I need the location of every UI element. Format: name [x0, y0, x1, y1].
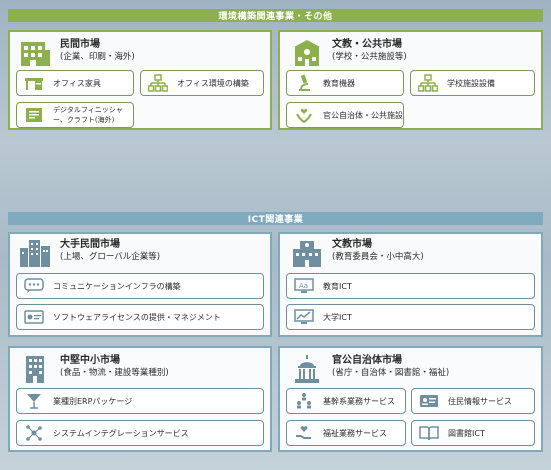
private-market-title: 民間市場	[60, 39, 100, 50]
private-market-panel: 民間市場 (企業、印刷・海外) オフィス家具 オフィス環境の構築 デジタルフィニ…	[8, 30, 272, 130]
government-panel: 官公自治体市場 (省庁・自治体・図書館・福祉) 基幹系業務サービス 住民情報サー…	[278, 346, 543, 452]
office-environment-item: オフィス環境の構築	[140, 70, 264, 96]
ict-section-header: ICT関連事業	[8, 212, 543, 225]
large-private-title: 大手民間市場	[60, 239, 120, 250]
core-business-label: 基幹系業務サービス	[323, 396, 395, 406]
mid-small-panel: 中堅中小市場 (食品・物流・建設等業種別) 業種別ERPパッケージ システムイン…	[8, 346, 272, 452]
welfare-business-label: 福祉業務サービス	[323, 428, 387, 438]
office-furniture-label: オフィス家具	[53, 78, 101, 88]
microscope-icon	[293, 74, 315, 92]
private-market-subtitle: (企業、印刷・海外)	[60, 52, 135, 62]
government-facility-label: 官公自治体・公共施設	[323, 110, 403, 120]
university-ict-label: 大学ICT	[323, 312, 352, 322]
people-hierarchy-icon	[293, 392, 315, 410]
large-private-panel: 大手民間市場 (上場、グローバル企業等) コミュニケーションインフラの構築 ソフ…	[8, 232, 272, 337]
erp-package-item: 業種別ERPパッケージ	[16, 388, 264, 414]
government-subtitle: (省庁・自治体・図書館・福祉)	[332, 368, 450, 378]
software-license-item: ソフトウェアライセンスの提供・マネジメント	[16, 304, 264, 330]
communication-infra-item: コミュニケーションインフラの構築	[16, 273, 264, 299]
library-ict-label: 図書館ICT	[448, 428, 485, 438]
education-equipment-label: 教育機器	[323, 78, 355, 88]
resident-info-label: 住民情報サービス	[448, 396, 512, 406]
public-market-subtitle: (学校・公共施設等)	[332, 52, 407, 62]
office-building-icon	[26, 356, 44, 383]
hands-heart-icon	[293, 106, 315, 124]
digital-finisher-item: デジタルフィニッシャー、クラフト(海外)	[16, 102, 134, 128]
building-icon	[21, 42, 50, 66]
school-building-icon	[293, 241, 321, 267]
id-card-icon	[418, 392, 440, 410]
license-icon	[23, 308, 45, 326]
erp-package-label: 業種別ERPパッケージ	[53, 396, 133, 406]
office-furniture-item: オフィス家具	[16, 70, 134, 96]
software-license-label: ソフトウェアライセンスの提供・マネジメント	[53, 312, 221, 322]
government-title: 官公自治体市場	[332, 355, 402, 366]
system-integration-label: システムインテグレーションサービス	[53, 428, 189, 438]
school-facility-label: 学校施設設備	[447, 78, 495, 88]
education-subtitle: (教育委員会・小中高大)	[332, 252, 424, 262]
communication-infra-label: コミュニケーションインフラの構築	[53, 281, 181, 291]
chart-monitor-icon	[293, 308, 315, 326]
education-title: 文教市場	[332, 239, 372, 250]
system-integration-item: システムインテグレーションサービス	[16, 420, 264, 446]
mid-small-subtitle: (食品・物流・建設等業種別)	[60, 368, 169, 378]
org-chart-icon	[147, 74, 169, 92]
library-ict-item: 図書館ICT	[411, 420, 535, 446]
book-icon	[418, 424, 440, 442]
chat-bubble-icon	[23, 277, 45, 295]
university-ict-item: 大学ICT	[286, 304, 535, 330]
monitor-icon: Aa	[293, 277, 315, 295]
school-icon	[294, 40, 320, 66]
city-buildings-icon	[20, 240, 50, 267]
hand-heart-icon	[293, 424, 315, 442]
document-icon	[23, 106, 45, 124]
desk-icon	[23, 74, 45, 92]
large-private-subtitle: (上場、グローバル企業等)	[60, 252, 161, 262]
mid-small-title: 中堅中小市場	[60, 355, 120, 366]
education-ict-label: 教育ICT	[323, 281, 352, 291]
office-environment-label: オフィス環境の構築	[177, 78, 249, 88]
org-chart-icon	[417, 74, 439, 92]
svg-text:Aa: Aa	[299, 282, 308, 290]
education-panel: 文教市場 (教育委員会・小中高大) Aa 教育ICT 大学ICT	[278, 232, 543, 337]
network-icon	[23, 424, 45, 442]
education-ict-item: Aa 教育ICT	[286, 273, 535, 299]
env-section-header: 環境構築関連事業・その他	[8, 9, 543, 22]
government-facility-item: 官公自治体・公共施設	[286, 102, 404, 128]
school-facility-item: 学校施設設備	[410, 70, 535, 96]
public-market-title: 文教・公共市場	[332, 39, 402, 50]
public-market-panel: 文教・公共市場 (学校・公共施設等) 教育機器 学校施設設備 官公自治体・公共施…	[278, 30, 543, 130]
digital-finisher-label: デジタルフィニッシャー、クラフト(海外)	[53, 106, 123, 124]
capitol-icon	[295, 355, 319, 383]
resident-info-item: 住民情報サービス	[411, 388, 535, 414]
education-equipment-item: 教育機器	[286, 70, 404, 96]
core-business-item: 基幹系業務サービス	[286, 388, 406, 414]
cocktail-glass-icon	[23, 392, 45, 410]
welfare-business-item: 福祉業務サービス	[286, 420, 406, 446]
